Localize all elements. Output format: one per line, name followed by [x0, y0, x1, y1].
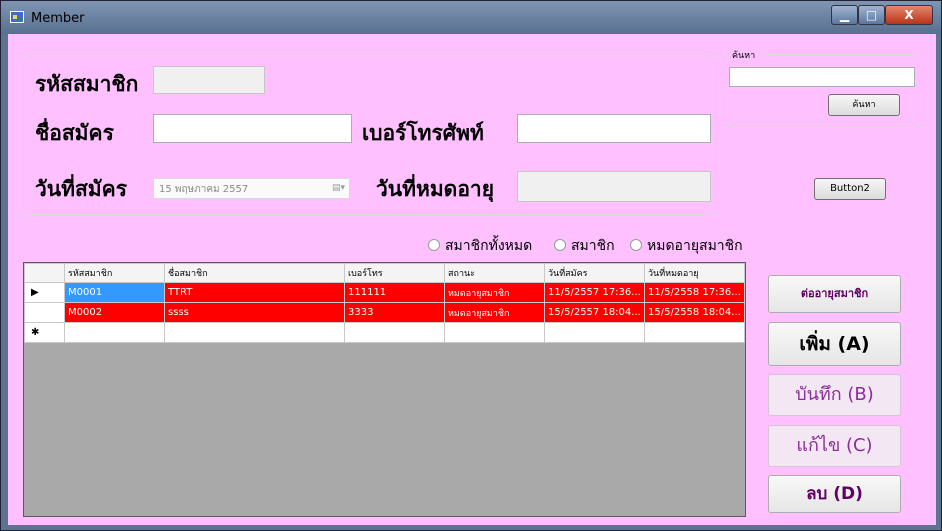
radio-circle-icon	[428, 239, 440, 251]
calendar-dropdown-icon[interactable]: ▤▾	[332, 183, 345, 193]
maximize-button[interactable]: □	[858, 5, 885, 25]
search-input[interactable]	[729, 67, 915, 87]
filter-all-label: สมาชิกทั้งหมด	[445, 238, 533, 254]
table-row[interactable]: M0002 ssss 3333 หมดอายุสมาชิก 15/5/2557 …	[24, 302, 745, 323]
minimize-button[interactable]: ▁	[831, 5, 858, 25]
column-header[interactable]: สถานะ	[444, 263, 545, 283]
table-cell[interactable]	[444, 322, 545, 343]
column-header[interactable]: วันที่สมัคร	[544, 263, 645, 283]
new-row[interactable]: ✱	[24, 322, 745, 343]
member-data-grid[interactable]: รหัสสมาชิก ชื่อสมาชิก เบอร์โทร สถานะ วัน…	[23, 262, 746, 517]
current-row-marker-icon[interactable]: ▶	[24, 282, 65, 303]
join-date-value: 15 พฤษภาคม 2557	[159, 184, 249, 195]
table-cell[interactable]	[164, 322, 345, 343]
renew-membership-button[interactable]: ต่ออายุสมาชิก	[768, 275, 901, 313]
join-date-picker[interactable]: 15 พฤษภาคม 2557 ▤▾	[153, 178, 350, 199]
table-cell[interactable]: 15/5/2558 18:04...	[644, 302, 745, 323]
edit-button[interactable]: แก้ไข (C)	[768, 425, 901, 467]
search-group-label: ค้นหา	[730, 48, 758, 62]
table-cell[interactable]: 3333	[344, 302, 445, 323]
table-cell[interactable]: 111111	[344, 282, 445, 303]
table-cell[interactable]: ssss	[164, 302, 345, 323]
column-header[interactable]: เบอร์โทร	[344, 263, 445, 283]
radio-circle-icon	[630, 239, 642, 251]
column-header[interactable]: ชื่อสมาชิก	[164, 263, 345, 283]
column-header[interactable]: รหัสสมาชิก	[64, 263, 165, 283]
column-header[interactable]: วันที่หมดอายุ	[644, 263, 745, 283]
table-cell[interactable]: 11/5/2557 17:36...	[544, 282, 645, 303]
table-cell[interactable]: M0001	[64, 282, 165, 303]
phone-label: เบอร์โทรศัพท์	[362, 120, 484, 145]
table-cell[interactable]: หมดอายุสมาชิก	[444, 282, 545, 303]
window-title: Member	[31, 11, 85, 26]
row-header[interactable]	[24, 302, 65, 323]
table-cell[interactable]	[64, 322, 165, 343]
expire-date-label: วันที่หมดอายุ	[376, 176, 495, 201]
table-cell[interactable]	[544, 322, 645, 343]
name-field[interactable]	[153, 114, 352, 143]
table-cell[interactable]: หมดอายุสมาชิก	[444, 302, 545, 323]
member-id-field[interactable]	[153, 66, 265, 94]
row-header-corner	[24, 263, 65, 283]
new-row-asterisk-icon[interactable]: ✱	[24, 322, 65, 343]
member-window: Member ▁ □ X รหัสสมาชิก ชื่อสมัคร เบอร์โ…	[0, 0, 942, 531]
radio-circle-icon	[554, 239, 566, 251]
table-cell[interactable]: M0002	[64, 302, 165, 323]
app-icon	[10, 11, 24, 23]
search-group	[723, 54, 924, 128]
filter-member-radio[interactable]: สมาชิก	[554, 235, 615, 257]
form-client-area: รหัสสมาชิก ชื่อสมัคร เบอร์โทรศัพท์ วันที…	[8, 34, 936, 525]
filter-member-label: สมาชิก	[571, 238, 615, 254]
join-date-label: วันที่สมัคร	[35, 176, 127, 201]
filter-expired-label: หมดอายุสมาชิก	[647, 238, 743, 254]
table-row[interactable]: ▶ M0001 TTRT 111111 หมดอายุสมาชิก 11/5/2…	[24, 282, 745, 303]
add-button[interactable]: เพิ่ม (A)	[768, 322, 901, 366]
grid-header-row: รหัสสมาชิก ชื่อสมาชิก เบอร์โทร สถานะ วัน…	[24, 263, 745, 283]
table-cell[interactable]: 15/5/2557 18:04...	[544, 302, 645, 323]
button2[interactable]: Button2	[814, 178, 886, 200]
member-id-label: รหัสสมาชิก	[35, 71, 139, 96]
expire-date-field[interactable]	[517, 171, 711, 202]
save-button[interactable]: บันทึก (B)	[768, 374, 901, 416]
name-label: ชื่อสมัคร	[35, 120, 114, 145]
search-button[interactable]: ค้นหา	[828, 94, 900, 116]
close-button[interactable]: X	[885, 5, 933, 25]
table-cell[interactable]	[344, 322, 445, 343]
phone-field[interactable]	[517, 114, 711, 143]
table-cell[interactable]: 11/5/2558 17:36...	[644, 282, 745, 303]
table-cell[interactable]	[644, 322, 745, 343]
filter-all-radio[interactable]: สมาชิกทั้งหมด	[428, 235, 532, 257]
filter-expired-radio[interactable]: หมดอายุสมาชิก	[630, 235, 743, 257]
title-bar[interactable]: Member ▁ □ X	[1, 1, 941, 34]
delete-button[interactable]: ลบ (D)	[768, 475, 901, 513]
table-cell[interactable]: TTRT	[164, 282, 345, 303]
